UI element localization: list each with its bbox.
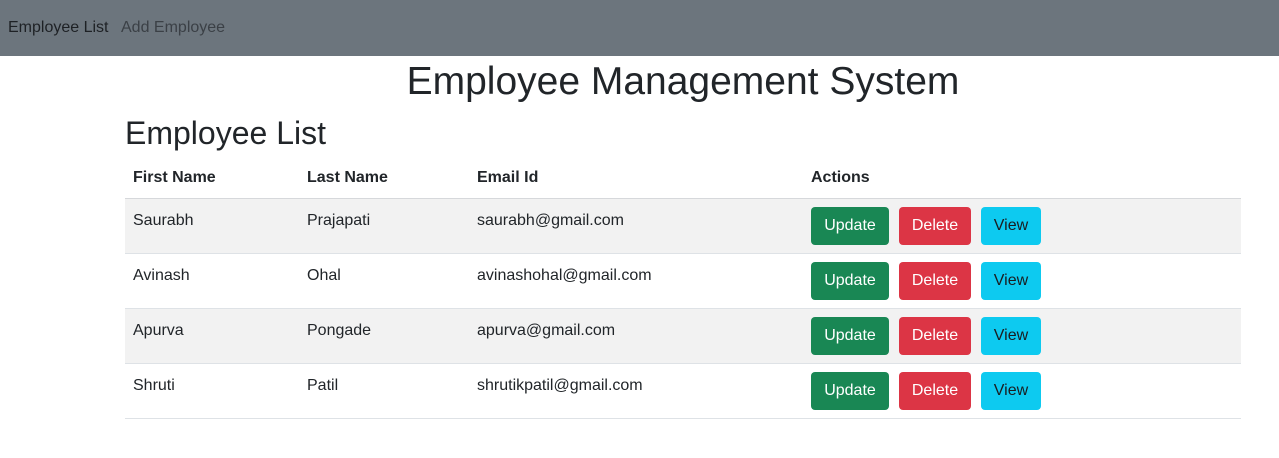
table-row: Shruti Patil shrutikpatil@gmail.com Upda…: [125, 363, 1241, 419]
cell-email: shrutikpatil@gmail.com: [469, 363, 803, 419]
cell-first-name: Apurva: [125, 308, 299, 364]
cell-first-name: Shruti: [125, 363, 299, 419]
update-button[interactable]: Update: [811, 371, 889, 410]
delete-button[interactable]: Delete: [899, 371, 971, 410]
table-row: Apurva Pongade apurva@gmail.com Update De…: [125, 308, 1241, 364]
cell-email: apurva@gmail.com: [469, 308, 803, 364]
table-row: Saurabh Prajapati saurabh@gmail.com Upda…: [125, 198, 1241, 254]
update-button[interactable]: Update: [811, 261, 889, 300]
top-navbar: Employee List Add Employee: [0, 0, 1279, 56]
cell-email: saurabh@gmail.com: [469, 198, 803, 254]
cell-first-name: Avinash: [125, 253, 299, 309]
employee-table: First Name Last Name Email Id Actions Sa…: [125, 158, 1241, 419]
cell-last-name: Patil: [299, 363, 469, 419]
cell-actions: Update Delete View: [803, 198, 1241, 254]
header-first-name: First Name: [125, 158, 299, 199]
view-button[interactable]: View: [981, 261, 1041, 300]
cell-first-name: Saurabh: [125, 198, 299, 254]
update-button[interactable]: Update: [811, 316, 889, 355]
cell-actions: Update Delete View: [803, 308, 1241, 364]
header-actions: Actions: [803, 158, 1241, 199]
header-email-id: Email Id: [469, 158, 803, 199]
cell-last-name: Pongade: [299, 308, 469, 364]
table-header-row: First Name Last Name Email Id Actions: [125, 158, 1241, 199]
view-button[interactable]: View: [981, 316, 1041, 355]
delete-button[interactable]: Delete: [899, 206, 971, 245]
cell-actions: Update Delete View: [803, 253, 1241, 309]
view-button[interactable]: View: [981, 206, 1041, 245]
delete-button[interactable]: Delete: [899, 261, 971, 300]
header-last-name: Last Name: [299, 158, 469, 199]
page-title: Employee List: [125, 115, 326, 151]
nav-add-employee-link[interactable]: Add Employee: [121, 18, 225, 38]
update-button[interactable]: Update: [811, 206, 889, 245]
table-row: Avinash Ohal avinashohal@gmail.com Updat…: [125, 253, 1241, 309]
nav-employee-list-link[interactable]: Employee List: [8, 18, 109, 38]
cell-actions: Update Delete View: [803, 363, 1241, 419]
delete-button[interactable]: Delete: [899, 316, 971, 355]
cell-email: avinashohal@gmail.com: [469, 253, 803, 309]
app-title: Employee Management System: [406, 60, 960, 103]
view-button[interactable]: View: [981, 371, 1041, 410]
cell-last-name: Ohal: [299, 253, 469, 309]
cell-last-name: Prajapati: [299, 198, 469, 254]
